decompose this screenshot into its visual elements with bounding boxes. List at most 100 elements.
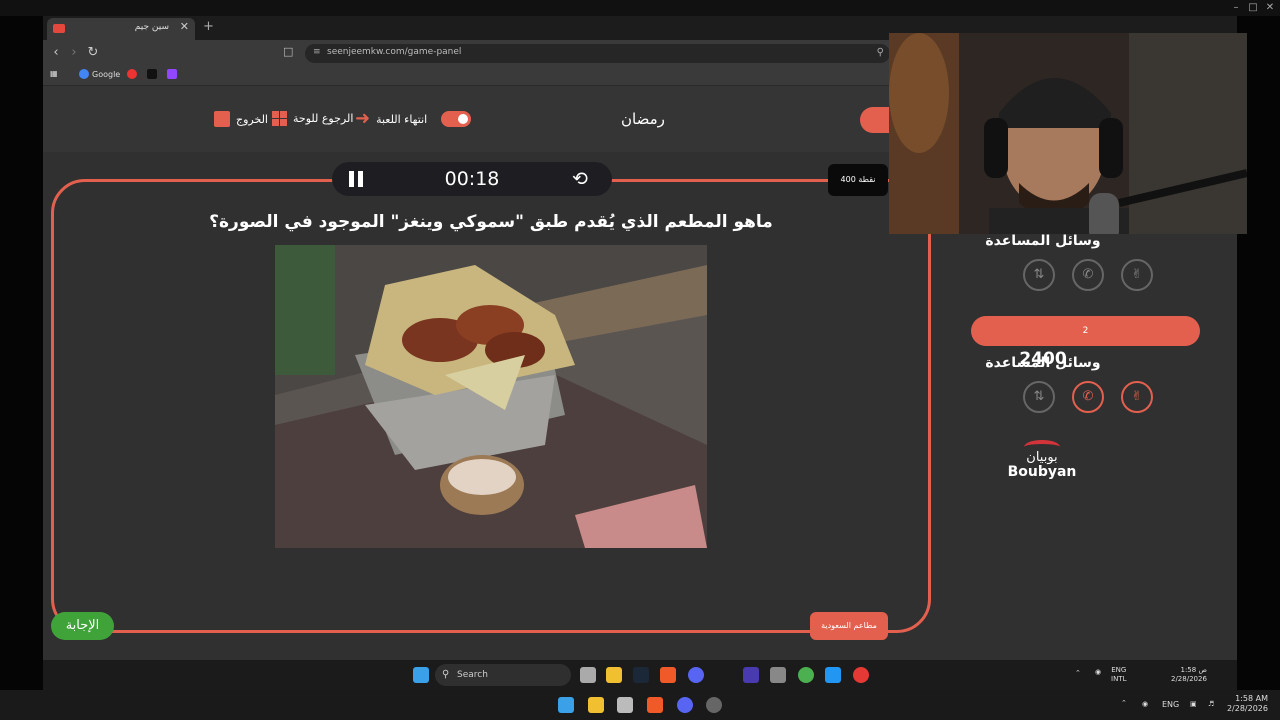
site-favicon-icon xyxy=(53,24,65,33)
language-indicator[interactable]: ENG INTL xyxy=(1111,666,1126,684)
two-answers-icon[interactable]: ✌ xyxy=(1121,259,1153,291)
toggle-switch[interactable] xyxy=(441,111,471,127)
clock[interactable]: 1:58 AM 2/28/2026 xyxy=(1224,694,1268,714)
sponsor-english: Boubyan xyxy=(1007,464,1077,480)
end-game-label: انتهاء اللعبة xyxy=(376,112,428,126)
app-red-icon[interactable] xyxy=(853,667,869,683)
screen: – □ ✕ سين جيم ✕ + ‹ › ↻ □ ≡ seenjeemkw.c… xyxy=(0,0,1280,720)
exit-button[interactable]: الخروج xyxy=(214,111,268,127)
language-indicator[interactable]: ENG xyxy=(1162,700,1179,710)
team1-help-tools: ⇅ ✆ ✌ xyxy=(1023,259,1153,293)
steam-icon[interactable] xyxy=(633,667,649,683)
swap-question-icon[interactable]: ⇅ xyxy=(1023,381,1055,413)
windows-start-icon[interactable] xyxy=(413,667,429,683)
discord-icon[interactable] xyxy=(677,697,693,713)
chevron-up-icon[interactable]: ⌃ xyxy=(1121,699,1127,708)
host-taskbar: ⌃ ◉ ENG ▣ ♬ 1:58 AM 2/28/2026 xyxy=(0,690,1280,720)
tiktok-icon xyxy=(147,69,157,79)
end-game-button[interactable]: ➜ انتهاء اللعبة xyxy=(355,108,428,129)
tab-seenjeem[interactable]: سين جيم ✕ xyxy=(47,18,195,40)
streamer-camera xyxy=(889,33,1247,234)
host-titlebar: – □ ✕ xyxy=(0,0,1280,16)
reset-timer-icon[interactable]: ⟲ xyxy=(572,168,588,190)
answer-button[interactable]: الإجابة xyxy=(51,612,114,640)
question-text: ماهو المطعم الذي يُقدم طبق "سموكي وينغز"… xyxy=(209,212,773,232)
mic-icon[interactable]: ◉ xyxy=(1095,668,1101,677)
team2-help-tools: ⇅ ✆ ✌ xyxy=(1023,381,1153,415)
brave-icon[interactable] xyxy=(660,667,676,683)
tab-close-icon[interactable]: ✕ xyxy=(180,20,189,33)
mic-icon[interactable]: ◉ xyxy=(1142,700,1148,709)
address-bar[interactable]: ≡ seenjeemkw.com/game-panel ⚲ xyxy=(305,44,890,63)
bookmark-icon[interactable]: □ xyxy=(283,45,293,58)
webcam-overlay xyxy=(889,33,1247,234)
clock[interactable]: 1:58 ص 2/28/2026 xyxy=(1171,666,1207,684)
clock-time: 1:58 AM xyxy=(1235,694,1268,703)
taskbar-search[interactable]: ⚲ Search xyxy=(435,664,571,686)
taskbar-search-label: Search xyxy=(457,670,488,680)
zoom-icon[interactable]: ⚲ xyxy=(877,47,884,58)
url-text: seenjeemkw.com/game-panel xyxy=(327,47,462,57)
discord-icon[interactable] xyxy=(688,667,704,683)
team1-help-title: وسائل المساعدة xyxy=(985,233,1101,249)
points-badge: 400 نقطة xyxy=(828,164,888,196)
reload-icon[interactable]: ↻ xyxy=(84,44,102,62)
lang-line2: INTL xyxy=(1111,675,1127,683)
bookmark-youtube[interactable] xyxy=(127,69,137,79)
search-icon: ⚲ xyxy=(442,669,450,680)
tab-title: سين جيم xyxy=(134,22,169,32)
bookmark-twitch[interactable] xyxy=(167,69,177,79)
google-icon xyxy=(79,69,89,79)
brave-icon[interactable] xyxy=(647,697,663,713)
windows-start-icon[interactable] xyxy=(558,697,574,713)
grid-icon xyxy=(272,111,287,126)
network-icon[interactable]: ▣ xyxy=(1190,700,1197,709)
arrow-right-icon: ➜ xyxy=(355,108,371,129)
team2-pill[interactable]: 2 xyxy=(971,316,1200,346)
turn-toggle[interactable] xyxy=(441,111,471,127)
file-explorer-icon[interactable] xyxy=(588,697,604,713)
clock-date: 2/28/2026 xyxy=(1226,704,1268,713)
two-answers-icon[interactable]: ✌ xyxy=(1121,381,1153,413)
apps-icon[interactable]: ▦ xyxy=(50,69,58,78)
captured-taskbar: ⚲ Search ⌃ ◉ ENG INTL 1:58 ص 2/28/2026 xyxy=(43,660,1237,690)
pause-icon[interactable] xyxy=(348,171,364,187)
lang-line1: ENG xyxy=(1111,666,1127,674)
app-icon[interactable] xyxy=(743,667,759,683)
task-view-icon[interactable] xyxy=(580,667,596,683)
timer-text: 00:18 xyxy=(444,168,500,190)
back-to-board-button[interactable]: الرجوع للوحة xyxy=(272,111,353,126)
clock-date: 2/28/2026 xyxy=(1171,675,1207,683)
phone-friend-icon[interactable]: ✆ xyxy=(1072,381,1104,413)
obs-icon[interactable] xyxy=(770,667,786,683)
team2-help-title: وسائل المساعدة xyxy=(985,355,1101,371)
streamlabs-icon[interactable] xyxy=(825,667,841,683)
bookmark-tiktok[interactable] xyxy=(147,69,157,79)
chrome-icon[interactable] xyxy=(798,667,814,683)
forward-icon[interactable]: › xyxy=(65,44,83,62)
exit-label: الخروج xyxy=(236,112,268,126)
file-explorer-icon[interactable] xyxy=(606,667,622,683)
current-team-name: رمضان xyxy=(621,110,665,128)
bookmark-google[interactable]: Google xyxy=(79,69,120,79)
question-image xyxy=(275,245,707,548)
site-info-icon[interactable]: ≡ xyxy=(313,47,321,57)
new-tab-icon[interactable]: + xyxy=(203,19,214,34)
chevron-up-icon[interactable]: ⌃ xyxy=(1075,669,1081,678)
exit-icon xyxy=(214,111,230,127)
swap-question-icon[interactable]: ⇅ xyxy=(1023,259,1055,291)
category-tag: مطاعم السعودية xyxy=(810,612,888,640)
timer-bar: 00:18 ⟲ xyxy=(332,162,612,196)
sponsor-logo: بوبيان Boubyan xyxy=(990,440,1094,486)
clock-time: 1:58 ص xyxy=(1180,666,1207,674)
twitch-icon xyxy=(167,69,177,79)
food-photo xyxy=(275,245,707,548)
back-icon[interactable]: ‹ xyxy=(47,44,65,62)
phone-friend-icon[interactable]: ✆ xyxy=(1072,259,1104,291)
app-icon[interactable] xyxy=(706,697,722,713)
bookmark-google-label: Google xyxy=(92,69,121,79)
store-icon[interactable] xyxy=(617,697,633,713)
sponsor-arabic: بوبيان xyxy=(1026,450,1058,465)
close-icon[interactable]: ✕ xyxy=(1260,1,1280,15)
volume-icon[interactable]: ♬ xyxy=(1208,700,1214,709)
